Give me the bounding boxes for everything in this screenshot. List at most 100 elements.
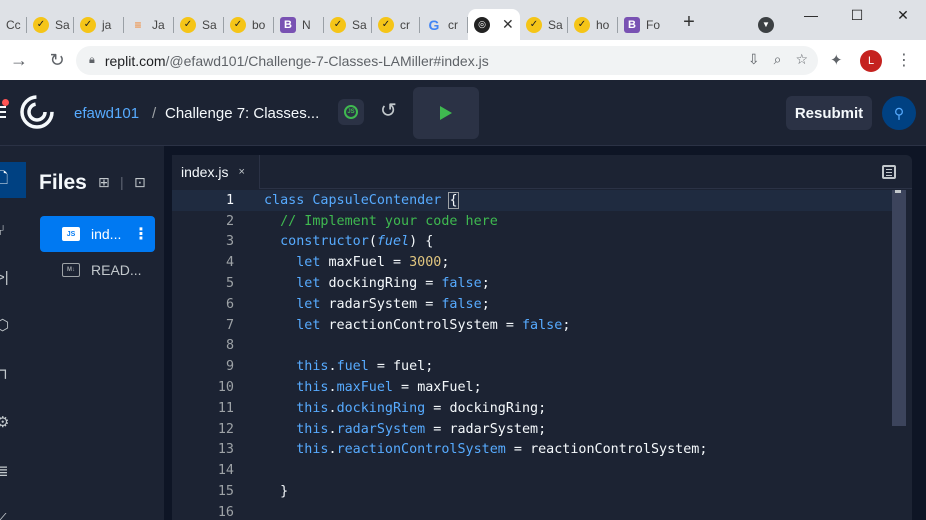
tab-title: cr [400,17,410,32]
url-text: replit.com/@efawd101/Challenge-7-Classes… [104,52,489,69]
username-link[interactable]: efawd101 [74,105,139,122]
code-line: 7 let reactionControlSystem = false; [172,315,892,336]
browser-menu-icon[interactable]: ⋮ [896,50,912,70]
tab-title: bo [252,17,266,32]
tab-title: ja [102,17,112,32]
browser-tab[interactable]: ≡ Ja [124,9,174,40]
tab-title: ho [596,17,610,32]
tool-rail: 🗋︎ ⑂ >| ⬡ ⊓ ⚙ ≣ ⟋ [0,146,26,520]
address-bar[interactable]: 🔒︎ replit.com/@efawd101/Challenge-7-Clas… [76,46,818,75]
add-folder-icon[interactable]: ⊡ [134,174,146,191]
bookmark-star-icon[interactable]: ☆ [795,51,808,68]
scrollbar-cursor-marker [895,190,901,193]
line-number: 12 [217,421,234,437]
editor-tab-index-js[interactable]: index.js × [172,155,260,189]
editor-tab-close-icon[interactable]: × [238,166,244,178]
version-control-icon[interactable]: ⑂ [0,212,26,248]
settings-gear-icon[interactable]: ⚙ [0,404,26,440]
browser-tab-active[interactable]: ◎ ✕ [468,9,520,40]
code-line: 13 this.reactionControlSystem = reaction… [172,440,892,461]
lock-icon: 🔒︎ [89,54,95,66]
check-favicon-icon: ✓ [574,16,590,33]
tab-close-icon[interactable]: ✕ [502,16,514,33]
file-name: ind... [91,226,122,242]
replit-header: efawd101 / Challenge 7: Classes... JS ↺ … [0,80,926,146]
add-file-icon[interactable]: ⊞ [98,174,110,191]
play-icon [440,106,452,120]
browser-tab[interactable]: ✓ cr [372,9,420,40]
nodejs-language-icon[interactable]: JS [338,99,364,125]
reload-icon[interactable]: ↻ [42,45,72,75]
database-icon[interactable]: ≣ [0,453,26,489]
window-controls: — ☐ ✕ [788,0,926,32]
profile-avatar[interactable]: L [860,50,882,72]
browser-tab[interactable]: ✓ ja [74,9,124,40]
line-number: 10 [217,380,234,396]
history-icon[interactable]: ↺ [380,98,397,123]
browser-toolbar: → ↻ 🔒︎ replit.com/@efawd101/Challenge-7-… [0,40,926,80]
tab-title: Cc [6,17,21,32]
tab-search-icon[interactable]: ▼ [758,17,774,33]
files-tool-icon[interactable]: 🗋︎ [0,162,26,198]
forward-icon[interactable]: → [4,45,34,75]
browser-tab[interactable]: ✓ Sa [27,9,74,40]
browser-tab[interactable]: B N [274,9,324,40]
search-icon[interactable]: ⚲ [882,96,916,130]
repl-name[interactable]: Challenge 7: Classes... [165,105,319,122]
line-number: 13 [217,442,234,458]
check-favicon-icon: ✓ [180,16,196,33]
line-number: 3 [225,234,234,250]
code-line: 11 this.dockingRing = dockingRing; [172,398,892,419]
line-number: 7 [225,317,234,333]
browser-tab[interactable]: ✓ ho [568,9,618,40]
maximize-icon[interactable]: ☐ [834,0,880,30]
code-line: 6 let radarSystem = false; [172,294,892,315]
packages-icon[interactable]: ⬡ [0,307,26,343]
editor-options-icon[interactable] [882,165,896,179]
stackoverflow-favicon-icon: ≡ [134,17,142,32]
zoom-icon[interactable]: ⌕ [774,51,782,68]
code-line: 14 [172,460,892,481]
shell-icon[interactable]: >| [0,259,26,295]
line-number: 9 [225,359,234,375]
browser-tab-strip: Cc ✓ Sa ✓ ja ≡ Ja ✓ Sa ✓ bo B N ✓ Sa ✓ c… [0,0,926,40]
close-window-icon[interactable]: ✕ [880,0,926,30]
code-line: 15 } [172,481,892,502]
check-favicon-icon: ✓ [33,16,49,33]
tab-title: Sa [202,17,217,32]
tools-icon[interactable]: ⟋ [0,501,26,520]
browser-tab[interactable]: ✓ Sa [520,9,568,40]
file-item-readme[interactable]: M↓ READ... [40,252,155,288]
browser-tab[interactable]: ✓ Sa [324,9,372,40]
editor-scrollbar-thumb[interactable] [892,190,906,426]
line-number: 2 [225,213,234,229]
code-line: 8 [172,336,892,357]
browser-tab[interactable]: B Fo [618,9,668,40]
minimize-icon[interactable]: — [788,0,834,30]
file-item-index-js[interactable]: JS ind... ⋮ [40,216,155,252]
replit-logo-icon[interactable] [20,95,54,129]
new-tab-button[interactable]: + [678,12,700,34]
tab-title: N [302,17,311,32]
replit-favicon-icon: ◎ [474,16,490,33]
tab-title: Ja [152,17,165,32]
browser-tab[interactable]: ✓ Sa [174,9,224,40]
resubmit-button[interactable]: Resubmit [786,96,872,130]
run-button[interactable] [413,87,479,139]
right-gutter [912,146,926,520]
notification-dot [2,99,9,106]
extensions-icon[interactable]: ✦ [830,51,843,69]
browser-tab[interactable]: Cc [0,9,27,40]
install-app-icon[interactable]: ⇩ [748,51,760,68]
browser-tab[interactable]: ✓ bo [224,9,274,40]
breadcrumb-separator: / [152,105,157,122]
browser-tab[interactable]: G cr [420,9,468,40]
line-number: 16 [217,504,234,520]
file-options-icon[interactable]: ⋮ [133,224,149,244]
js-file-icon: JS [62,227,80,241]
menu-icon[interactable] [0,106,6,120]
secrets-lock-icon[interactable]: ⊓ [0,356,26,392]
code-area[interactable]: 1 class CapsuleContender { 2 // Implemen… [172,190,892,520]
line-number: 8 [225,338,234,354]
check-favicon-icon: ✓ [230,16,246,33]
